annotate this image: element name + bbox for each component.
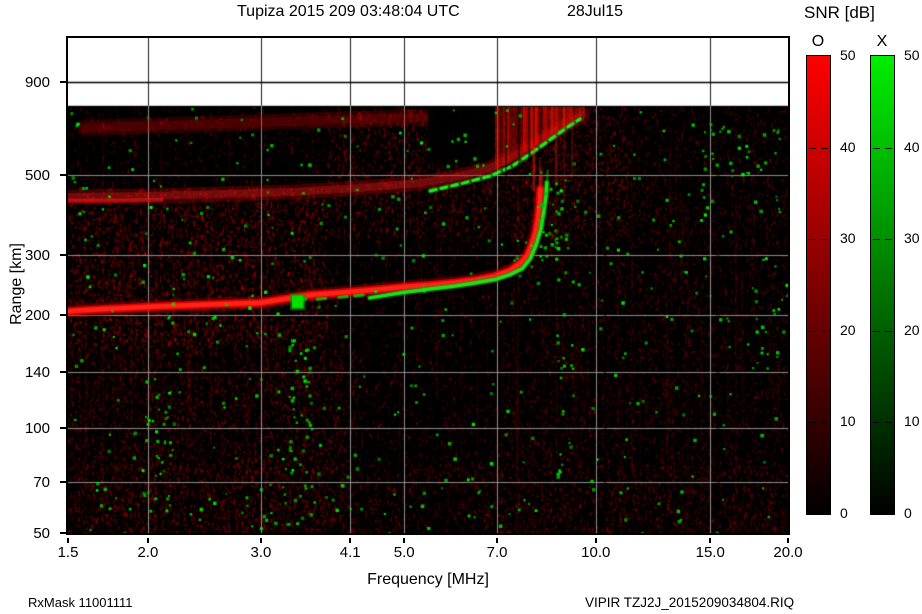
extraordinary-colorbar-label-40: 40 xyxy=(904,138,920,155)
y-tick-label-900: 900 xyxy=(24,74,50,92)
colorbar-tick-dash xyxy=(885,422,892,423)
colorbar-tick-dash xyxy=(809,331,816,332)
colorbar-tick-dash xyxy=(873,239,880,240)
x-tick-label-15.0: 15.0 xyxy=(695,544,725,561)
x-tick-label-3.0: 3.0 xyxy=(250,544,272,561)
colorbar-tick-dash xyxy=(885,148,892,149)
y-tick-label-140: 140 xyxy=(24,364,50,382)
ordinary-colorbar-label-30: 30 xyxy=(840,230,856,247)
ordinary-colorbar-label-10: 10 xyxy=(840,413,856,430)
x-tick-4.1 xyxy=(349,538,352,543)
y-tick-500 xyxy=(60,174,66,177)
colorbar-tick-dash xyxy=(873,422,880,423)
extraordinary-colorbar-label-30: 30 xyxy=(904,230,920,247)
x-tick-1.5 xyxy=(67,538,69,543)
colorbar-tick-dash xyxy=(885,331,892,332)
extraordinary-snr-colorbar xyxy=(870,55,895,515)
ordinary-mode-label: O xyxy=(811,33,825,50)
ordinary-colorbar-label-0: 0 xyxy=(840,505,848,521)
x-tick-label-7.0: 7.0 xyxy=(486,544,508,561)
x-tick-3.0 xyxy=(259,538,262,543)
y-axis-title: Range [km] xyxy=(8,243,25,325)
x-tick-label-4.1: 4.1 xyxy=(339,544,361,561)
plot-frame xyxy=(66,36,790,535)
extraordinary-mode-label: X xyxy=(876,33,888,50)
x-tick-7.0 xyxy=(496,538,499,543)
x-tick-label-20.0: 20.0 xyxy=(773,544,803,561)
y-tick-100 xyxy=(60,427,66,430)
ordinary-snr-colorbar xyxy=(806,55,831,515)
y-tick-label-100: 100 xyxy=(24,420,50,438)
x-tick-label-2.0: 2.0 xyxy=(137,544,159,561)
extraordinary-colorbar-label-10: 10 xyxy=(904,413,920,430)
colorbar-tick-dash xyxy=(821,422,828,423)
ordinary-colorbar-label-40: 40 xyxy=(840,138,856,155)
data-file-label: VIPIR TZJ2J_2015209034804.RIQ xyxy=(585,595,795,610)
ordinary-colorbar-label-50: 50 xyxy=(840,47,856,63)
x-tick-2.0 xyxy=(146,538,149,543)
x-tick-15.0 xyxy=(709,538,712,543)
page-title-date: 28Jul15 xyxy=(567,3,624,20)
y-tick-140 xyxy=(60,371,66,374)
ionogram-canvas xyxy=(68,38,788,533)
colorbar-tick-dash xyxy=(809,148,816,149)
colorbar-tick-dash xyxy=(821,239,828,240)
colorbar-tick-dash xyxy=(885,239,892,240)
x-tick-label-5.0: 5.0 xyxy=(393,544,415,561)
y-tick-300 xyxy=(60,253,66,256)
x-tick-label-10.0: 10.0 xyxy=(581,544,611,561)
x-tick-10.0 xyxy=(594,538,597,543)
y-tick-200 xyxy=(60,314,66,317)
x-axis-title: Frequency [MHz] xyxy=(367,571,489,588)
x-tick-20.0 xyxy=(787,538,789,543)
y-tick-label-70: 70 xyxy=(33,474,50,491)
snr-legend-title: SNR [dB] xyxy=(804,3,875,22)
extraordinary-colorbar-label-50: 50 xyxy=(904,47,920,63)
colorbar-tick-dash xyxy=(809,422,816,423)
ionogram-page: Tupiza 2015 209 03:48:04 UTC 28Jul15 SNR… xyxy=(0,0,922,614)
rx-mask-label: RxMask 11001111 xyxy=(28,595,133,610)
y-tick-label-50: 50 xyxy=(33,525,50,542)
x-tick-label-1.5: 1.5 xyxy=(57,544,79,561)
y-tick-50 xyxy=(60,532,66,534)
colorbar-tick-dash xyxy=(873,331,880,332)
x-tick-5.0 xyxy=(403,538,406,543)
colorbar-tick-dash xyxy=(821,148,828,149)
extraordinary-colorbar-label-0: 0 xyxy=(904,505,912,521)
colorbar-tick-dash xyxy=(873,148,880,149)
page-title: Tupiza 2015 209 03:48:04 UTC xyxy=(237,3,460,20)
extraordinary-colorbar-label-20: 20 xyxy=(904,321,920,338)
y-tick-label-500: 500 xyxy=(24,167,50,185)
y-tick-70 xyxy=(60,481,66,483)
colorbar-tick-dash xyxy=(809,239,816,240)
ordinary-colorbar-label-20: 20 xyxy=(840,321,856,338)
y-tick-900 xyxy=(60,81,66,84)
colorbar-tick-dash xyxy=(821,331,828,332)
